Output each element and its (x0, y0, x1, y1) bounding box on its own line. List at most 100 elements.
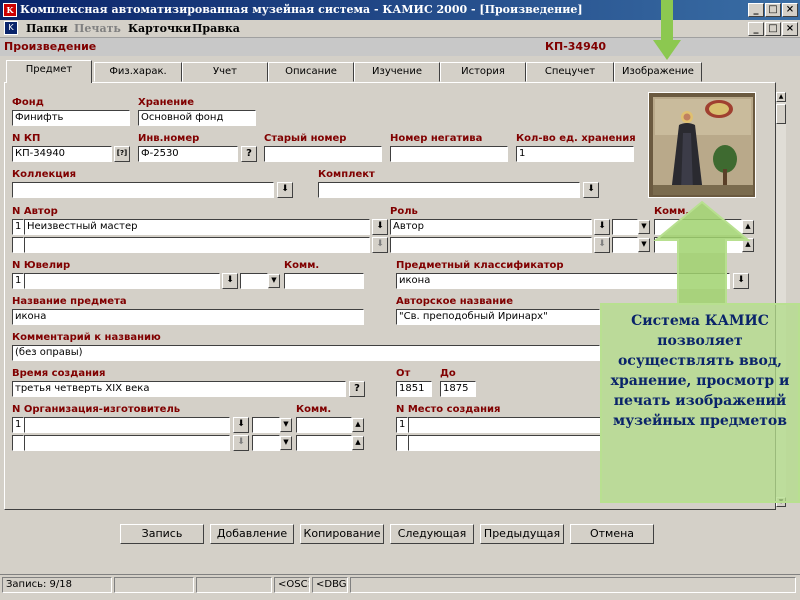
role-row1-dropdown-icon[interactable]: ⬇ (594, 219, 610, 235)
next-button[interactable]: Следующая (390, 524, 474, 544)
caption-callout: Система КАМИС позволяет осуществлять вво… (600, 303, 800, 503)
place-row2-field[interactable] (408, 435, 602, 451)
to-label: До (440, 368, 456, 379)
fond-label: Фонд (12, 97, 44, 108)
menu-cards[interactable]: Карточки (128, 22, 191, 35)
down-arrow-icon (653, 0, 681, 60)
nkp-label: N КП (12, 133, 41, 144)
org-row1-extra[interactable] (252, 417, 280, 433)
role-row2-dropdown-icon[interactable]: ⬇ (594, 237, 610, 253)
role-row2-arrow-icon[interactable]: ▼ (638, 238, 650, 252)
previous-button[interactable]: Предыдущая (480, 524, 564, 544)
record-number: КП-34940 (545, 40, 607, 53)
nkp-lookup-button[interactable]: [?] (114, 146, 130, 162)
tab-uchet[interactable]: Учет (182, 62, 268, 82)
author-row2-number[interactable] (12, 237, 24, 253)
tab-phys[interactable]: Физ.харак. (94, 62, 182, 82)
set-dropdown-icon[interactable]: ⬇ (583, 182, 599, 198)
jeweler-field[interactable] (24, 273, 220, 289)
author-row2-field[interactable] (24, 237, 370, 253)
scroll-thumb[interactable] (776, 104, 786, 124)
tab-history[interactable]: История (440, 62, 526, 82)
doc-maximize-button[interactable]: □ (765, 22, 781, 36)
org-comm-row2[interactable] (296, 435, 352, 451)
inv-lookup-button[interactable]: ? (241, 146, 257, 162)
nkp-field[interactable]: КП-34940 (12, 146, 112, 162)
org-row2-field[interactable] (24, 435, 230, 451)
author-row1-dropdown-icon[interactable]: ⬇ (372, 219, 388, 235)
tab-special[interactable]: Спецучет (526, 62, 614, 82)
inv-field[interactable]: Ф-2530 (138, 146, 238, 162)
org-comm-row1-icon[interactable]: ▲ (352, 418, 364, 432)
place-row2-number[interactable] (396, 435, 408, 451)
inv-label: Инв.номер (138, 133, 200, 144)
tab-study[interactable]: Изучение (354, 62, 440, 82)
collection-field[interactable] (12, 182, 274, 198)
menu-edit[interactable]: Правка (192, 22, 240, 35)
role-row1-extra[interactable] (612, 219, 638, 235)
author-row2-dropdown-icon[interactable]: ⬇ (372, 237, 388, 253)
time-field[interactable]: третья четверть XIX века (12, 381, 346, 397)
maximize-button[interactable]: □ (765, 3, 781, 17)
minimize-button[interactable]: _ (748, 3, 764, 17)
jeweler-arrow-icon[interactable]: ▼ (268, 274, 280, 288)
tab-predmet[interactable]: Предмет (6, 60, 92, 83)
org-row2-dropdown-icon[interactable]: ⬇ (233, 435, 249, 451)
fond-field[interactable]: Финифть (12, 110, 130, 126)
org-row1-field[interactable] (24, 417, 230, 433)
author-row1-field[interactable]: Неизвестный мастер (24, 219, 370, 235)
doc-close-button[interactable]: × (782, 22, 798, 36)
org-comm-row2-icon[interactable]: ▲ (352, 436, 364, 450)
org-row1-number[interactable]: 1 (12, 417, 24, 433)
cancel-button[interactable]: Отмена (570, 524, 654, 544)
jeweler-number[interactable]: 1 (12, 273, 24, 289)
role-row2-field[interactable] (390, 237, 592, 253)
jeweler-comm-field[interactable] (284, 273, 364, 289)
units-field[interactable]: 1 (516, 146, 634, 162)
close-button[interactable]: × (782, 3, 798, 17)
from-field[interactable]: 1851 (396, 381, 432, 397)
document-icon[interactable]: K (4, 21, 18, 35)
role-row1-arrow-icon[interactable]: ▼ (638, 220, 650, 234)
storage-label: Хранение (138, 97, 195, 108)
save-button[interactable]: Запись (120, 524, 204, 544)
set-field[interactable] (318, 182, 580, 198)
jeweler-dropdown-icon[interactable]: ⬇ (222, 273, 238, 289)
role-row1-field[interactable]: Автор (390, 219, 592, 235)
name-field[interactable]: икона (12, 309, 364, 325)
name-comment-field[interactable]: (без оправы) (12, 345, 600, 361)
time-label: Время создания (12, 368, 106, 379)
role-row2-extra[interactable] (612, 237, 638, 253)
jeweler-comm-label: Комм. (284, 260, 320, 271)
oldnum-field[interactable] (264, 146, 382, 162)
time-help-button[interactable]: ? (349, 381, 365, 397)
add-button[interactable]: Добавление (210, 524, 294, 544)
copy-button[interactable]: Копирование (300, 524, 384, 544)
oldnum-label: Старый номер (264, 133, 347, 144)
doc-minimize-button[interactable]: _ (748, 22, 764, 36)
classifier-label: Предметный классификатор (396, 260, 564, 271)
name-comment-label: Комментарий к названию (12, 332, 161, 343)
scroll-up-icon[interactable]: ▲ (776, 92, 786, 102)
org-row1-dropdown-icon[interactable]: ⬇ (233, 417, 249, 433)
tab-image[interactable]: Изображение (614, 62, 702, 82)
org-row2-extra[interactable] (252, 435, 280, 451)
storage-field[interactable]: Основной фонд (138, 110, 256, 126)
place-row1-number[interactable]: 1 (396, 417, 408, 433)
negative-field[interactable] (390, 146, 508, 162)
to-field[interactable]: 1875 (440, 381, 476, 397)
place-row1-field[interactable] (408, 417, 602, 433)
org-row2-number[interactable] (12, 435, 24, 451)
menu-folders[interactable]: Папки (26, 22, 68, 35)
author-row1-number[interactable]: 1 (12, 219, 24, 235)
author-title-field[interactable]: "Св. преподобный Иринарх" (396, 309, 600, 325)
jeweler-extra[interactable] (240, 273, 268, 289)
collection-dropdown-icon[interactable]: ⬇ (277, 182, 293, 198)
org-comm-row1[interactable] (296, 417, 352, 433)
menu-print[interactable]: Печать (74, 22, 121, 35)
object-image[interactable] (648, 92, 756, 198)
org-row1-arrow-icon[interactable]: ▼ (280, 418, 292, 432)
org-row2-arrow-icon[interactable]: ▼ (280, 436, 292, 450)
status-panel-3 (196, 577, 272, 593)
tab-description[interactable]: Описание (268, 62, 354, 82)
